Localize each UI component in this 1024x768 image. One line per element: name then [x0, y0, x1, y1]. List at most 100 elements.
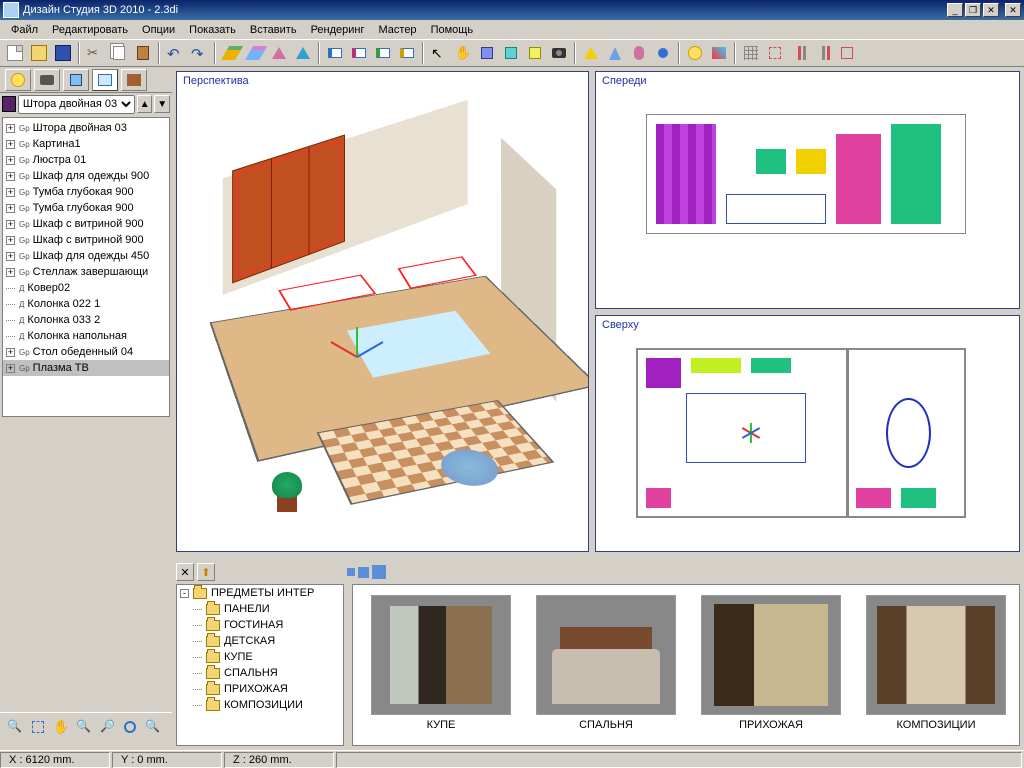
material-swatch[interactable]	[2, 96, 16, 112]
tree-item[interactable]: +GpКартина1	[3, 136, 169, 152]
measure-button[interactable]	[524, 42, 546, 64]
lib-view-large-button[interactable]	[372, 565, 386, 579]
snap-button[interactable]	[764, 42, 786, 64]
library-folder[interactable]: -ПРЕДМЕТЫ ИНТЕР	[177, 585, 343, 601]
layers-2-button[interactable]	[244, 42, 266, 64]
tree-item[interactable]: +GpШкаф для одежды 900	[3, 168, 169, 184]
tree-item[interactable]: +GpШкаф для одежды 450	[3, 248, 169, 264]
align-3-button[interactable]	[836, 42, 858, 64]
library-tile[interactable]: КОМПОЗИЦИИ	[866, 595, 1006, 731]
cut-button[interactable]	[84, 42, 106, 64]
tree-item[interactable]: ДКолонка 022 1	[3, 296, 169, 312]
object-combo[interactable]: Штора двойная 03	[18, 95, 135, 114]
combo-prev-button[interactable]: ▲	[137, 95, 153, 113]
expand-icon[interactable]: +	[6, 140, 15, 149]
transform-gizmo[interactable]	[332, 317, 382, 367]
tree-item[interactable]: +GpСтол обеденный 04	[3, 344, 169, 360]
undo-button[interactable]	[164, 42, 186, 64]
save-file-button[interactable]	[52, 42, 74, 64]
expand-icon[interactable]: +	[6, 188, 15, 197]
left-tab-light[interactable]	[5, 69, 31, 91]
tree-item[interactable]: +GpШкаф с витриной 900	[3, 232, 169, 248]
pointer-button[interactable]	[428, 42, 450, 64]
camera-button[interactable]	[548, 42, 570, 64]
lib-up-button[interactable]: ⬆	[197, 563, 215, 581]
expand-icon[interactable]: +	[6, 156, 15, 165]
library-tile[interactable]: СПАЛЬНЯ	[536, 595, 676, 731]
viewport-top[interactable]: Сверху	[595, 315, 1020, 553]
menu-insert[interactable]: Вставить	[243, 22, 304, 38]
copy-button[interactable]	[108, 42, 130, 64]
tree-item[interactable]: ДКолонка 033 2	[3, 312, 169, 328]
library-folder[interactable]: ПРИХОЖАЯ	[177, 681, 343, 697]
expand-icon[interactable]: +	[6, 204, 15, 213]
tree-item[interactable]: +GpТумба глубокая 900	[3, 184, 169, 200]
open-file-button[interactable]	[28, 42, 50, 64]
lib-view-small-button[interactable]	[347, 568, 355, 576]
box-2-button[interactable]	[500, 42, 522, 64]
viewport-perspective[interactable]: Перспектива	[176, 71, 589, 552]
light-button[interactable]	[684, 42, 706, 64]
hand-button[interactable]	[452, 42, 474, 64]
viewport-3-button[interactable]	[372, 42, 394, 64]
layers-button[interactable]	[220, 42, 242, 64]
left-tab-objects[interactable]	[92, 69, 118, 91]
lib-view-medium-button[interactable]	[358, 567, 369, 578]
combo-next-button[interactable]: ▼	[154, 95, 170, 113]
restore-button[interactable]: ❐	[965, 3, 981, 17]
library-folder[interactable]: КОМПОЗИЦИИ	[177, 697, 343, 713]
menu-options[interactable]: Опции	[135, 22, 182, 38]
sphere-button[interactable]	[652, 42, 674, 64]
library-tile[interactable]: КУПЕ	[371, 595, 511, 731]
menu-master[interactable]: Мастер	[372, 22, 424, 38]
pan-button[interactable]	[51, 717, 71, 737]
expand-icon[interactable]: +	[6, 268, 15, 277]
zoom-window-button[interactable]	[28, 717, 48, 737]
redo-button[interactable]	[188, 42, 210, 64]
box-button[interactable]	[476, 42, 498, 64]
scene-tree[interactable]: +GpШтора двойная 03+GpКартина1+GpЛюстра …	[2, 117, 170, 417]
viewport-front[interactable]: Спереди	[595, 71, 1020, 309]
cone-button[interactable]	[604, 42, 626, 64]
expand-icon[interactable]: +	[6, 252, 15, 261]
minimize-button[interactable]: _	[947, 3, 963, 17]
tree-item[interactable]: ДКовер02	[3, 280, 169, 296]
triangle-2-button[interactable]	[292, 42, 314, 64]
lib-close-button[interactable]: ✕	[176, 563, 194, 581]
library-folder[interactable]: КУПЕ	[177, 649, 343, 665]
library-tile[interactable]: ПРИХОЖАЯ	[701, 595, 841, 731]
orbit-button[interactable]	[120, 717, 140, 737]
paste-button[interactable]	[132, 42, 154, 64]
expand-icon[interactable]: +	[6, 348, 15, 357]
library-folder[interactable]: ГОСТИНАЯ	[177, 617, 343, 633]
cylinder-button[interactable]	[628, 42, 650, 64]
library-folder[interactable]: СПАЛЬНЯ	[177, 665, 343, 681]
left-tab-materials[interactable]	[63, 69, 89, 91]
viewport-4-button[interactable]	[396, 42, 418, 64]
tree-item[interactable]: ДКолонка напольная	[3, 328, 169, 344]
menu-help[interactable]: Помощь	[424, 22, 481, 38]
library-folder[interactable]: ДЕТСКАЯ	[177, 633, 343, 649]
zoom-in-button[interactable]	[74, 717, 94, 737]
align-1-button[interactable]	[788, 42, 810, 64]
expand-icon[interactable]: +	[6, 236, 15, 245]
expand-icon[interactable]: +	[6, 172, 15, 181]
expand-icon[interactable]: +	[6, 364, 15, 373]
zoom-extents-button[interactable]	[5, 717, 25, 737]
triangle-button[interactable]	[268, 42, 290, 64]
expand-icon[interactable]: +	[6, 220, 15, 229]
menu-file[interactable]: Файл	[4, 22, 45, 38]
align-2-button[interactable]	[812, 42, 834, 64]
tree-item[interactable]: +GpТумба глубокая 900	[3, 200, 169, 216]
expand-icon[interactable]: +	[6, 124, 15, 133]
menu-edit[interactable]: Редактировать	[45, 22, 135, 38]
menu-show[interactable]: Показать	[182, 22, 243, 38]
grid-button[interactable]	[740, 42, 762, 64]
tree-item[interactable]: +GpШтора двойная 03	[3, 120, 169, 136]
library-folder[interactable]: ПАНЕЛИ	[177, 601, 343, 617]
library-tree[interactable]: -ПРЕДМЕТЫ ИНТЕРПАНЕЛИГОСТИНАЯДЕТСКАЯКУПЕ…	[176, 584, 344, 746]
new-file-button[interactable]	[4, 42, 26, 64]
tree-item[interactable]: +GpЛюстра 01	[3, 152, 169, 168]
menu-render[interactable]: Рендеринг	[304, 22, 372, 38]
left-tab-furniture[interactable]	[121, 69, 147, 91]
